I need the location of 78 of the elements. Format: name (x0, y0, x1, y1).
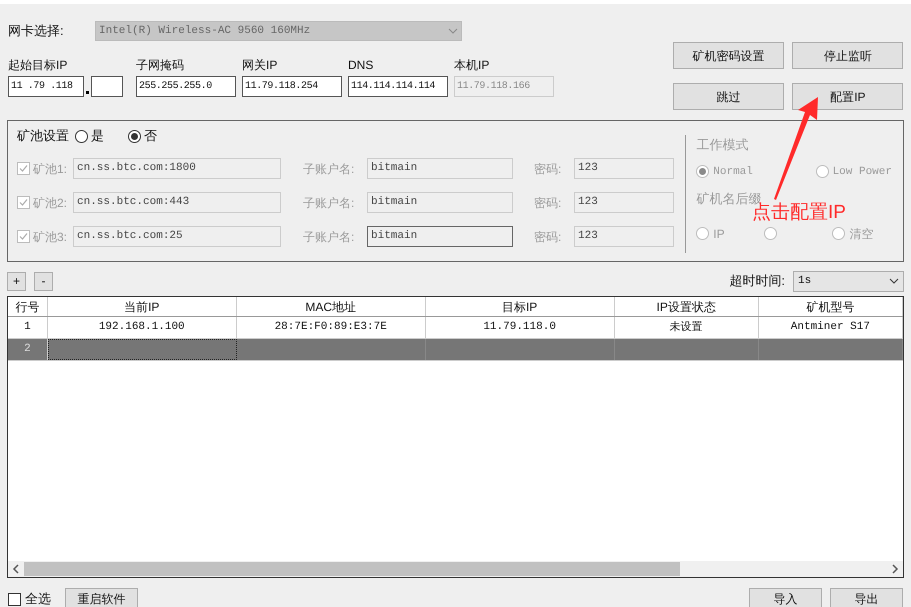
password-label: 密码: (534, 160, 562, 178)
action-button[interactable]: 跳过 (672, 83, 784, 110)
column-header[interactable]: MAC地址 (236, 297, 426, 316)
user-label: 子账户名: (303, 160, 356, 178)
action-button[interactable]: 配置IP (792, 83, 904, 110)
restart-button[interactable]: 重启软件 (65, 588, 138, 607)
dot-separator (86, 91, 89, 94)
chevron-down-icon (889, 278, 899, 284)
input-field[interactable]: 255.255.255.0 (136, 76, 236, 97)
pool-label: 矿池2: (33, 194, 68, 212)
radio-button[interactable] (832, 227, 846, 240)
radio-button[interactable] (764, 227, 778, 240)
table-cell: 28:7E:F0:89:E3:7E (236, 317, 426, 338)
table-cell: Antminer S17 (758, 317, 903, 338)
timeout-select[interactable]: 1s (793, 270, 904, 292)
input-field[interactable]: 11.79.118.254 (242, 76, 342, 97)
radio-button[interactable] (75, 130, 88, 142)
radio-button[interactable] (816, 165, 829, 178)
user-label: 子账户名: (303, 194, 356, 212)
action-button[interactable]: 矿机密码设置 (672, 42, 784, 69)
pool-label: 矿池3: (33, 228, 68, 246)
radio-button[interactable] (128, 130, 141, 142)
checkbox[interactable] (17, 230, 30, 243)
radio-label: Normal (713, 164, 753, 180)
table-cell: 11.79.118.0 (426, 317, 615, 338)
action-button[interactable]: 停止监听 (792, 42, 904, 69)
pool-label: 矿池1: (33, 160, 68, 178)
input-field[interactable]: 114.114.114.114 (348, 76, 448, 97)
checkbox[interactable] (17, 196, 30, 209)
chevron-down-icon (448, 28, 458, 34)
user-label: 子账户名: (303, 228, 356, 246)
radio-button[interactable] (696, 165, 710, 178)
field-label: 子网掩码 (136, 57, 185, 74)
field-label: 起始目标IP (8, 57, 68, 74)
nic-label: 网卡选择: (8, 22, 65, 40)
checkbox[interactable] (8, 592, 21, 606)
pool-url-field[interactable]: cn.ss.btc.com:1800 (73, 158, 281, 179)
field-label: 本机IP (454, 57, 490, 74)
timeout-label: 超时时间: (729, 272, 785, 290)
pool-url-field[interactable]: cn.ss.btc.com:25 (73, 226, 281, 247)
column-header[interactable]: 矿机型号 (758, 297, 903, 316)
column-header[interactable]: 当前IP (48, 297, 237, 316)
table-cell: 1 (8, 317, 48, 338)
pool-url-field[interactable]: cn.ss.btc.com:443 (73, 192, 281, 213)
radio-label: Low Power (832, 164, 892, 180)
password-field[interactable]: 123 (574, 226, 674, 247)
work-mode-label: 工作模式 (696, 136, 750, 154)
pool-settings-label: 矿池设置 (17, 127, 69, 146)
remove-row-button[interactable]: - (34, 272, 53, 290)
user-field[interactable]: bitmain (367, 192, 513, 213)
radio-button[interactable] (696, 227, 710, 240)
radio-label: IP (713, 226, 725, 242)
input-field[interactable] (91, 76, 123, 97)
radio-label: 清空 (849, 226, 874, 242)
password-label: 密码: (534, 194, 562, 212)
user-field[interactable]: bitmain (367, 158, 513, 179)
footer-button[interactable]: 导出 (830, 588, 903, 607)
column-header[interactable]: IP设置状态 (614, 297, 759, 316)
add-row-button[interactable]: + (7, 272, 26, 290)
table-row[interactable]: 1 192.168.1.100 28:7E:F0:89:E3:7E 11.79.118.0 未设置 Antminer S17 (8, 317, 903, 339)
column-header[interactable]: 目标IP (426, 297, 615, 316)
radio-label: 是 (91, 127, 104, 146)
radio-label: 否 (144, 127, 157, 146)
input-field[interactable]: 11 .79 .118 (8, 76, 84, 97)
column-header[interactable]: 行号 (8, 297, 48, 316)
table-cell: 192.168.1.100 (48, 317, 237, 338)
table-cell: 2 (8, 339, 48, 360)
field-label: 网关IP (242, 57, 278, 74)
password-label: 密码: (534, 228, 562, 246)
annotation-text: 点击配置IP (752, 202, 846, 223)
table-cell: 未设置 (614, 317, 759, 338)
password-field[interactable]: 123 (574, 158, 674, 179)
select-all-label: 全选 (25, 590, 51, 607)
password-field[interactable]: 123 (574, 192, 674, 213)
field-label: DNS (348, 57, 374, 74)
checkbox[interactable] (17, 162, 30, 175)
user-field[interactable]: bitmain (367, 226, 513, 247)
footer-button[interactable]: 导入 (749, 588, 822, 607)
